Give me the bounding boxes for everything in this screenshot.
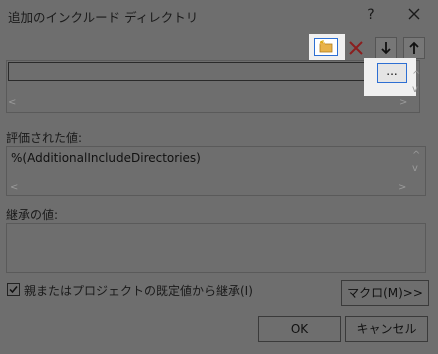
close-button[interactable] [402, 4, 426, 26]
scroll-right-icon[interactable]: > [399, 97, 407, 109]
title-bar: 追加のインクルード ディレクトリ ? [0, 0, 438, 32]
evaluated-value-label: 評価された値: [6, 131, 83, 145]
cancel-button[interactable]: キャンセル [345, 316, 428, 342]
evaluated-scroll-left-icon[interactable]: < [10, 182, 18, 194]
ok-button[interactable]: OK [258, 316, 341, 342]
delete-button[interactable] [345, 37, 367, 59]
window-title: 追加のインクルード ディレクトリ [8, 10, 199, 25]
inherit-checkbox-label[interactable]: 親またはプロジェクトの既定値から継承(I) [24, 282, 253, 299]
new-line-folder-icon [314, 38, 338, 56]
list-scroll-down-icon[interactable]: v [412, 84, 418, 96]
list-scroll-up-icon[interactable]: ^ [412, 70, 420, 82]
checkmark-icon [9, 286, 18, 294]
inherit-checkbox[interactable] [7, 283, 20, 296]
move-up-button[interactable] [403, 37, 425, 59]
help-button[interactable]: ? [360, 4, 382, 26]
evaluated-scroll-up-icon[interactable]: ^ [412, 150, 420, 162]
evaluated-scroll-down-icon[interactable]: v [412, 163, 418, 175]
move-down-icon [381, 42, 391, 55]
evaluated-value-text: %(AdditionalIncludeDirectories) [11, 151, 201, 165]
browse-button[interactable]: ... [377, 63, 407, 83]
move-down-button[interactable] [375, 37, 397, 59]
scroll-left-icon[interactable]: < [8, 97, 16, 109]
new-line-button[interactable] [309, 34, 345, 62]
delete-icon [349, 41, 363, 55]
directory-input[interactable] [8, 62, 378, 81]
macro-button[interactable]: マクロ(M)>> [341, 280, 429, 306]
move-up-icon [409, 41, 419, 54]
inherited-values-box [6, 223, 426, 273]
list-horizontal-scrollbar[interactable]: < > [8, 97, 407, 111]
close-icon [408, 8, 420, 20]
inherited-values-label: 継承の値: [6, 208, 59, 222]
evaluated-scroll-right-icon[interactable]: > [398, 182, 406, 194]
